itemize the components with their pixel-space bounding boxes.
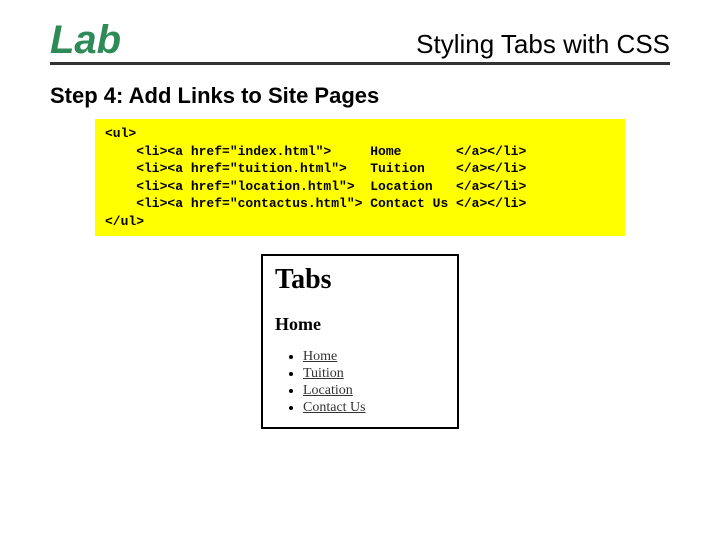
nav-link-location[interactable]: Location	[303, 383, 353, 398]
nav-link-contact[interactable]: Contact Us	[303, 400, 366, 415]
preview-subheading: Home	[275, 314, 445, 335]
preview-heading: Tabs	[275, 264, 445, 296]
code-line: <li><a href="tuition.html"> Tuition </a>…	[105, 160, 615, 178]
code-line: </ul>	[105, 213, 615, 231]
nav-link-home[interactable]: Home	[303, 349, 337, 364]
code-line: <li><a href="contactus.html"> Contact Us…	[105, 195, 615, 213]
step-heading: Step 4: Add Links to Site Pages	[50, 83, 670, 109]
code-block: <ul> <li><a href="index.html"> Home </a>…	[95, 119, 625, 236]
browser-preview: Tabs Home Home Tuition Location Contact …	[261, 254, 459, 429]
slide-title: Styling Tabs with CSS	[416, 29, 670, 60]
nav-link-tuition[interactable]: Tuition	[303, 366, 344, 381]
list-item: Tuition	[303, 366, 445, 382]
preview-nav-list: Home Tuition Location Contact Us	[275, 349, 445, 416]
code-line: <li><a href="index.html"> Home </a></li>	[105, 143, 615, 161]
list-item: Contact Us	[303, 400, 445, 416]
list-item: Location	[303, 383, 445, 399]
list-item: Home	[303, 349, 445, 365]
slide-header: Lab Styling Tabs with CSS	[50, 20, 670, 65]
code-line: <ul>	[105, 125, 615, 143]
code-line: <li><a href="location.html"> Location </…	[105, 178, 615, 196]
lab-label: Lab	[50, 20, 121, 60]
